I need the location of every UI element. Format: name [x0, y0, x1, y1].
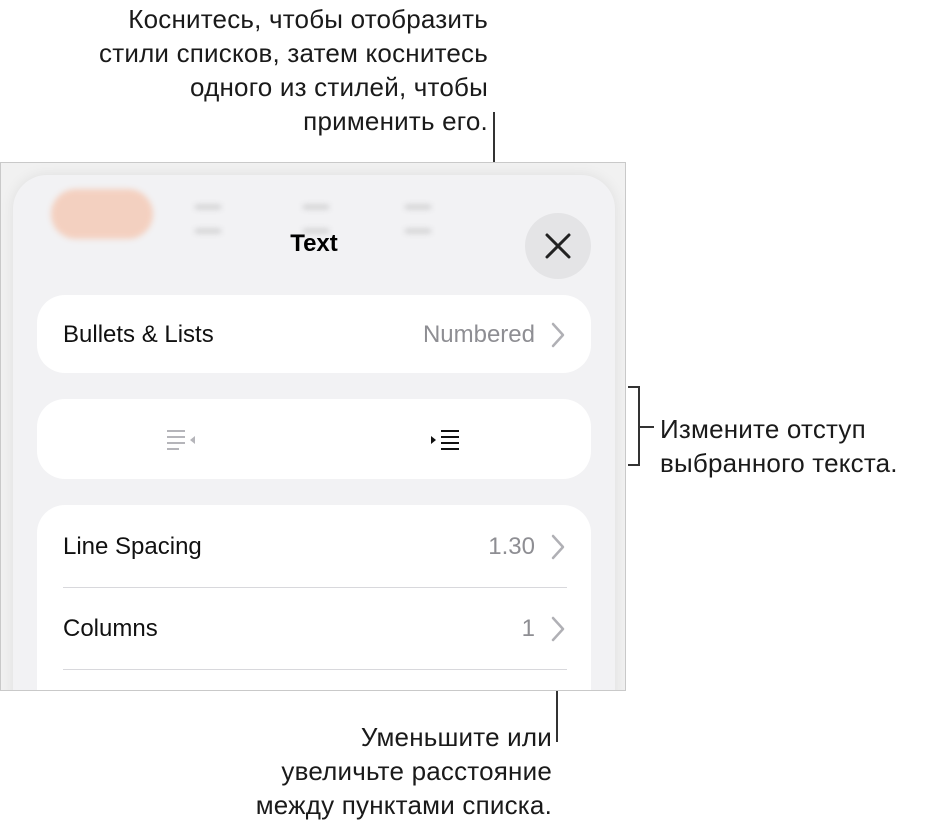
divider: [63, 669, 567, 670]
callout-line: одного из стилей, чтобы: [190, 72, 488, 102]
align-center-icon: [195, 205, 221, 233]
text-format-panel: Text Bullets & Lists Numbered Line Spaci…: [13, 175, 615, 690]
callout-line: стили списков, затем коснитесь: [99, 38, 488, 68]
bracket-bottom: [628, 464, 640, 466]
justify-icon: [405, 205, 431, 233]
callout-line: Уменьшите или: [360, 722, 552, 752]
callout-bullets-lists: Коснитесь, чтобы отобразить стили списко…: [0, 2, 488, 138]
callout-line: увеличьте расстояние: [281, 756, 552, 786]
chevron-right-icon: [551, 616, 565, 642]
close-button[interactable]: [525, 213, 591, 279]
bullets-lists-value: Numbered: [422, 321, 535, 348]
columns-label: Columns: [63, 615, 158, 642]
callout-line: применить его.: [303, 106, 488, 136]
line-spacing-label: Line Spacing: [63, 533, 202, 560]
callout-line: выбранного текста.: [660, 448, 898, 478]
bracket-pointer: [640, 426, 654, 428]
align-right-icon: [303, 205, 329, 233]
callout-line: Коснитесь, чтобы отобразить: [128, 4, 488, 34]
columns-row[interactable]: Columns 1: [37, 588, 591, 670]
close-icon: [545, 233, 571, 259]
decrease-indent-button[interactable]: [165, 427, 199, 451]
columns-value: 1: [521, 615, 535, 642]
line-spacing-row[interactable]: Line Spacing 1.30: [37, 505, 591, 587]
chevron-right-icon: [551, 534, 565, 560]
increase-indent-button[interactable]: [429, 427, 463, 451]
screenshot-frame: Text Bullets & Lists Numbered Line Spaci…: [0, 162, 626, 691]
line-spacing-value: 1.30: [488, 533, 535, 560]
bracket-top: [628, 386, 640, 388]
bullets-lists-row[interactable]: Bullets & Lists Numbered: [37, 295, 591, 373]
bullets-lists-label: Bullets & Lists: [63, 321, 214, 348]
callout-line: Измените отступ: [660, 414, 866, 444]
callout-indent: Измените отступ выбранного текста.: [660, 412, 940, 480]
spacing-group: Line Spacing 1.30 Columns 1: [37, 505, 591, 690]
callout-columns: Уменьшите или увеличьте расстояние между…: [132, 720, 552, 822]
indent-controls: [37, 399, 591, 479]
chevron-right-icon: [551, 322, 565, 348]
callout-line: между пунктами списка.: [255, 790, 552, 820]
